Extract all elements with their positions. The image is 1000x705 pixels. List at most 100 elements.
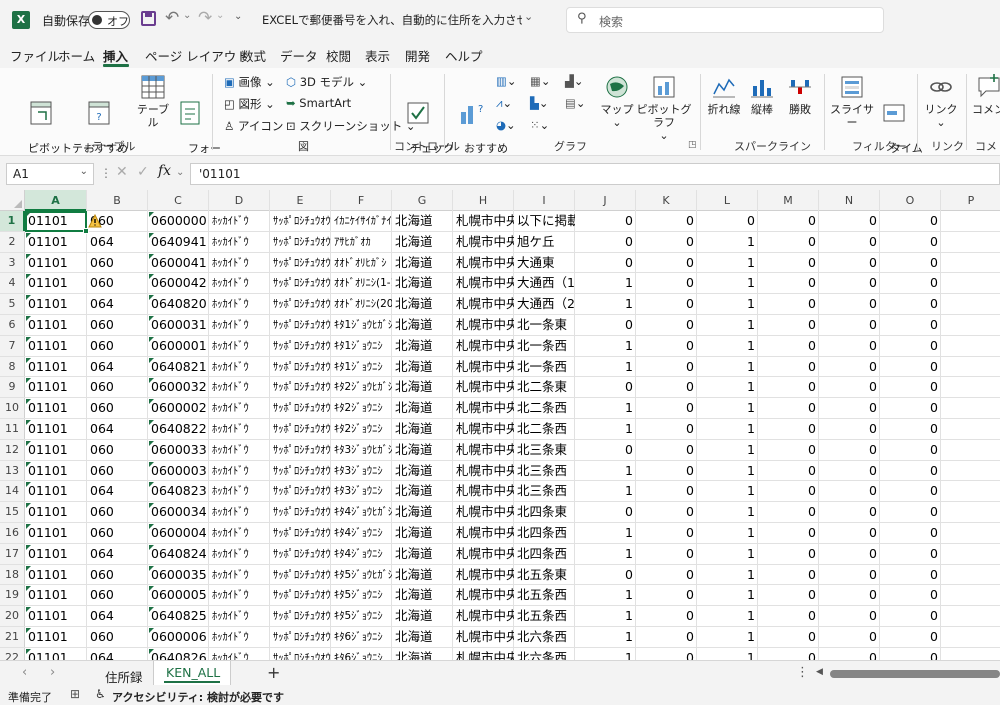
- cell-j16[interactable]: 1: [575, 523, 636, 543]
- column-header-d[interactable]: D: [209, 190, 270, 211]
- sheet-options-icon[interactable]: ⋮: [796, 665, 809, 680]
- cell-i13[interactable]: 北三条西: [514, 461, 575, 481]
- cell-e15[interactable]: ｻｯﾎﾟﾛｼﾁｭｳｵｳｸ: [270, 502, 331, 522]
- cell-j2[interactable]: 0: [575, 232, 636, 252]
- cell-h3[interactable]: 札幌市中央区: [453, 253, 514, 273]
- macro-record-icon[interactable]: ⊞: [70, 687, 80, 701]
- cell-c14[interactable]: 0640823: [148, 481, 209, 501]
- tab-formulas[interactable]: 数式: [241, 46, 266, 65]
- column-header-p[interactable]: P: [941, 190, 1000, 211]
- cell-b13[interactable]: 060: [87, 461, 148, 481]
- cell-k7[interactable]: 0: [636, 336, 697, 356]
- cell-c12[interactable]: 0600033: [148, 440, 209, 460]
- cell-n12[interactable]: 0: [819, 440, 880, 460]
- cell-d10[interactable]: ﾎｯｶｲﾄﾞｳ: [209, 398, 270, 418]
- horizontal-scrollbar[interactable]: [830, 670, 1000, 678]
- cell-d14[interactable]: ﾎｯｶｲﾄﾞｳ: [209, 481, 270, 501]
- cell-c9[interactable]: 0600032: [148, 377, 209, 397]
- cell-c1[interactable]: 0600000: [148, 211, 209, 231]
- customize-qat-icon[interactable]: ⌄: [234, 11, 242, 22]
- cell-k20[interactable]: 0: [636, 606, 697, 626]
- cell-l18[interactable]: 1: [697, 565, 758, 585]
- cell-l3[interactable]: 1: [697, 253, 758, 273]
- select-all-corner[interactable]: [0, 190, 25, 211]
- cell-b8[interactable]: 064: [87, 357, 148, 377]
- cell-d21[interactable]: ﾎｯｶｲﾄﾞｳ: [209, 627, 270, 647]
- cell-h9[interactable]: 札幌市中央区: [453, 377, 514, 397]
- cell-l8[interactable]: 1: [697, 357, 758, 377]
- row-header-9[interactable]: 9: [0, 377, 25, 399]
- cell-a16[interactable]: 01101: [25, 523, 87, 543]
- row-header-22[interactable]: 22: [0, 647, 25, 660]
- cell-n10[interactable]: 0: [819, 398, 880, 418]
- cell-k5[interactable]: 0: [636, 294, 697, 314]
- cell-c3[interactable]: 0600041: [148, 253, 209, 273]
- recommended-charts-button[interactable]: ? おすすめ グラフ: [450, 74, 508, 155]
- cell-c5[interactable]: 0640820: [148, 294, 209, 314]
- row-header-17[interactable]: 17: [0, 543, 25, 565]
- cell-m12[interactable]: 0: [758, 440, 819, 460]
- cell-n11[interactable]: 0: [819, 419, 880, 439]
- cell-k22[interactable]: 0: [636, 648, 697, 660]
- cell-b19[interactable]: 060: [87, 585, 148, 605]
- cancel-entry-icon[interactable]: ✕: [116, 164, 128, 180]
- cell-m13[interactable]: 0: [758, 461, 819, 481]
- next-sheet-icon[interactable]: ›: [50, 665, 55, 680]
- cell-n1[interactable]: 0: [819, 211, 880, 231]
- cell-g21[interactable]: 北海道: [392, 627, 453, 647]
- row-header-21[interactable]: 21: [0, 627, 25, 648]
- accessibility-status[interactable]: アクセシビリティ: 検討が必要です: [112, 689, 284, 705]
- cell-n3[interactable]: 0: [819, 253, 880, 273]
- row-header-8[interactable]: 8: [0, 356, 25, 378]
- cell-d12[interactable]: ﾎｯｶｲﾄﾞｳ: [209, 440, 270, 460]
- cell-c18[interactable]: 0600035: [148, 565, 209, 585]
- cell-o1[interactable]: 0: [880, 211, 941, 231]
- cell-n18[interactable]: 0: [819, 565, 880, 585]
- cell-b14[interactable]: 064: [87, 481, 148, 501]
- cell-o8[interactable]: 0: [880, 357, 941, 377]
- cell-e8[interactable]: ｻｯﾎﾟﾛｼﾁｭｳｵｳｸ: [270, 357, 331, 377]
- cell-b22[interactable]: 064: [87, 648, 148, 660]
- cell-j21[interactable]: 1: [575, 627, 636, 647]
- cell-j18[interactable]: 0: [575, 565, 636, 585]
- cell-b5[interactable]: 064: [87, 294, 148, 314]
- cell-l11[interactable]: 1: [697, 419, 758, 439]
- cell-m19[interactable]: 0: [758, 585, 819, 605]
- row-header-19[interactable]: 19: [0, 585, 25, 607]
- row-header-12[interactable]: 12: [0, 439, 25, 461]
- maps-button[interactable]: マップ ⌄: [600, 74, 634, 129]
- cell-f4[interactable]: ｵｵﾄﾞｵﾘﾆｼ(1-19: [331, 273, 392, 293]
- cell-o15[interactable]: 0: [880, 502, 941, 522]
- cell-g11[interactable]: 北海道: [392, 419, 453, 439]
- cell-j19[interactable]: 1: [575, 585, 636, 605]
- cell-f19[interactable]: ｷﾀ5ｼﾞｮｳﾆｼ: [331, 585, 392, 605]
- accessibility-icon[interactable]: ♿: [95, 687, 106, 701]
- 3d-models-button[interactable]: ⬡ 3D モデル ⌄: [286, 74, 367, 90]
- cell-l12[interactable]: 1: [697, 440, 758, 460]
- cell-e2[interactable]: ｻｯﾎﾟﾛｼﾁｭｳｵｳｸ: [270, 232, 331, 252]
- cell-a17[interactable]: 01101: [25, 544, 87, 564]
- cell-o22[interactable]: 0: [880, 648, 941, 660]
- cell-a6[interactable]: 01101: [25, 315, 87, 335]
- cell-l10[interactable]: 1: [697, 398, 758, 418]
- cell-d11[interactable]: ﾎｯｶｲﾄﾞｳ: [209, 419, 270, 439]
- cell-a15[interactable]: 01101: [25, 502, 87, 522]
- cell-h21[interactable]: 札幌市中央区: [453, 627, 514, 647]
- cell-d2[interactable]: ﾎｯｶｲﾄﾞｳ: [209, 232, 270, 252]
- row-header-18[interactable]: 18: [0, 564, 25, 586]
- cell-e21[interactable]: ｻｯﾎﾟﾛｼﾁｭｳｵｳｸ: [270, 627, 331, 647]
- cell-k3[interactable]: 0: [636, 253, 697, 273]
- cell-o17[interactable]: 0: [880, 544, 941, 564]
- cell-i3[interactable]: 大通東: [514, 253, 575, 273]
- cell-m15[interactable]: 0: [758, 502, 819, 522]
- tab-home[interactable]: ホーム: [58, 46, 95, 65]
- search-box[interactable]: ⚲ 検索: [566, 7, 884, 33]
- cell-d15[interactable]: ﾎｯｶｲﾄﾞｳ: [209, 502, 270, 522]
- column-header-l[interactable]: L: [697, 190, 758, 211]
- cell-o9[interactable]: 0: [880, 377, 941, 397]
- smartart-button[interactable]: ➥ SmartArt: [286, 96, 351, 110]
- cell-h18[interactable]: 札幌市中央区: [453, 565, 514, 585]
- cell-a22[interactable]: 01101: [25, 648, 87, 660]
- tab-file[interactable]: ファイル: [10, 46, 60, 65]
- cell-n4[interactable]: 0: [819, 273, 880, 293]
